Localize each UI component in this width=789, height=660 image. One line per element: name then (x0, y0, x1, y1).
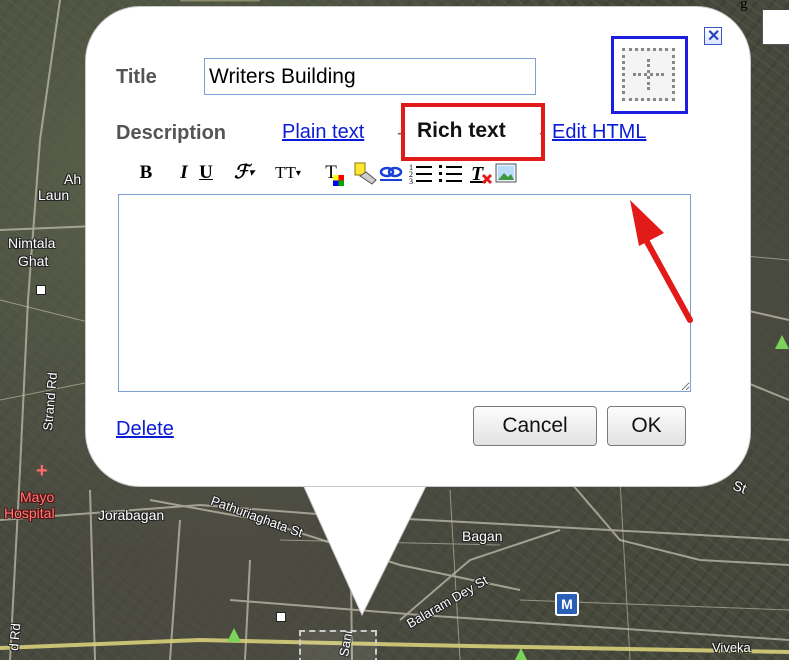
bullet-list-icon (439, 165, 462, 182)
italic-button[interactable]: I (172, 160, 196, 186)
placemark-icon-button[interactable] (611, 36, 688, 114)
link-icon (379, 166, 403, 181)
image-icon (495, 163, 517, 183)
numbered-list-icon: 123 (409, 163, 432, 186)
bullet-list-button[interactable] (438, 160, 462, 186)
delete-link[interactable]: Delete (116, 418, 174, 441)
title-label: Title (116, 66, 157, 88)
ok-button[interactable]: OK (607, 406, 686, 446)
bold-button[interactable]: B (134, 160, 158, 186)
svg-text:3: 3 (409, 177, 413, 186)
description-editor[interactable] (118, 194, 691, 392)
tab-edit-html[interactable]: Edit HTML (552, 121, 646, 144)
cancel-button[interactable]: Cancel (473, 406, 597, 446)
highlight-button[interactable] (352, 160, 377, 186)
close-button[interactable]: ✕ (704, 27, 722, 45)
underline-button[interactable]: U (194, 160, 218, 186)
placemark-icon (622, 48, 675, 101)
remove-formatting-icon: T (470, 163, 493, 185)
font-button[interactable]: ℱ▾ (228, 160, 260, 186)
insert-link-button[interactable] (378, 160, 403, 186)
title-input[interactable] (204, 58, 536, 95)
description-label: Description (116, 122, 227, 144)
font-icon: ℱ (234, 162, 249, 183)
font-size-button[interactable]: TT▾ (270, 160, 306, 186)
tab-plain-text[interactable]: Plain text (282, 121, 364, 144)
highlight-box (401, 103, 545, 161)
insert-image-button[interactable] (494, 160, 518, 186)
close-icon: ✕ (707, 28, 721, 45)
numbered-list-button[interactable]: 123 (408, 160, 432, 186)
text-color-button[interactable]: T (318, 160, 344, 186)
highlighter-icon (354, 162, 377, 185)
font-size-icon: TT (275, 163, 296, 182)
remove-formatting-button[interactable]: T (468, 160, 493, 186)
